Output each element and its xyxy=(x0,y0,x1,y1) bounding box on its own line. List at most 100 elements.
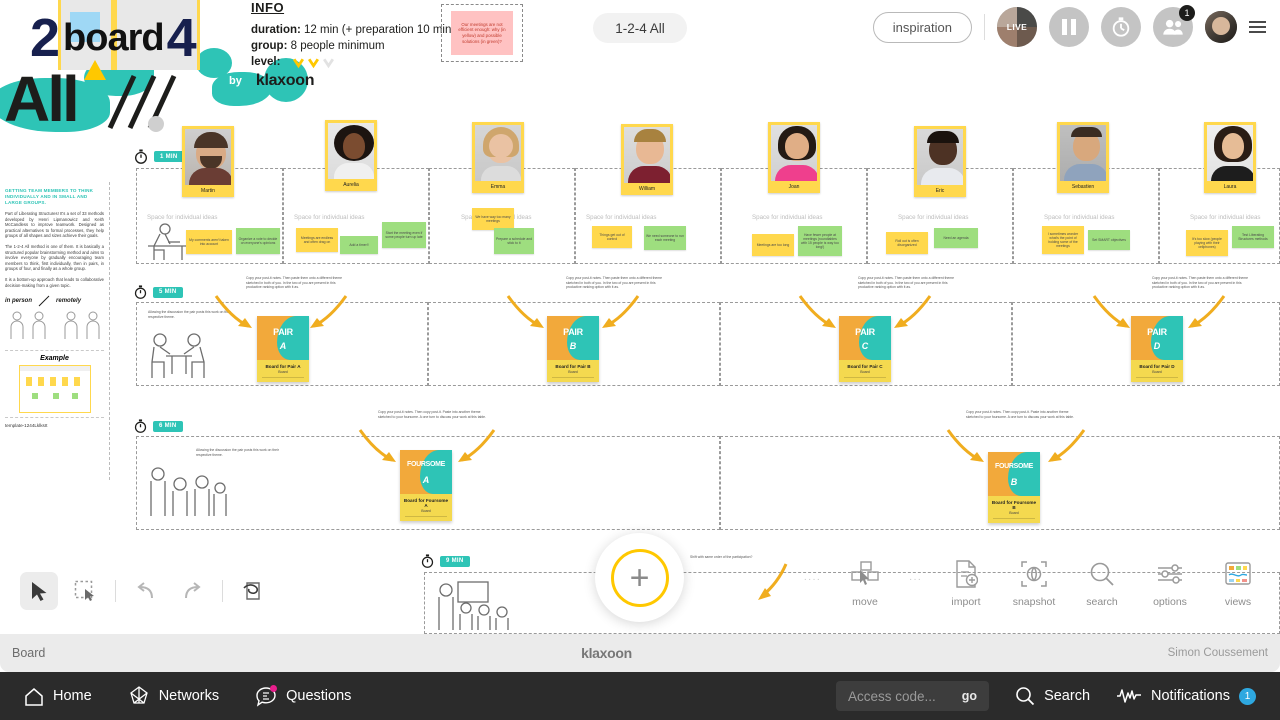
action-search[interactable]: search xyxy=(1078,556,1126,608)
board-title-chip[interactable]: 1-2-4 All xyxy=(593,13,687,43)
all-instruction-text: Shift with same order of the participati… xyxy=(690,555,753,559)
access-code-go-button[interactable]: go xyxy=(962,689,977,703)
wordmark-number-4: 4 xyxy=(166,8,197,68)
footer-board-label[interactable]: Board xyxy=(12,646,45,660)
timer-button[interactable] xyxy=(1101,7,1141,47)
sticky-note[interactable]: Meetings are too long xyxy=(752,234,794,256)
board-card-cover: FOURSOME A xyxy=(400,450,452,494)
sticky-note[interactable]: Things get out of control xyxy=(592,226,632,248)
sticky-note[interactable]: My comments aren't taken into account xyxy=(186,230,232,254)
sticky-note[interactable]: Organize a vote to decide on everyone's … xyxy=(236,228,280,254)
avatar xyxy=(624,127,670,183)
klaxoon-board-app: 2 board 4 All INFO duration: 12 min (+ p… xyxy=(0,0,1280,720)
access-code-input[interactable]: Access code... go xyxy=(835,681,990,711)
sticky-note[interactable]: Roll out is often disorganized xyxy=(886,232,928,254)
person-card-aurelia[interactable]: Aurelia xyxy=(325,120,377,191)
person-card-martin[interactable]: Martin xyxy=(182,126,234,197)
board-canvas[interactable]: 2 board 4 All INFO duration: 12 min (+ p… xyxy=(0,0,1280,634)
menu-button[interactable] xyxy=(1249,21,1266,33)
person-name: Joan xyxy=(788,184,800,190)
timer-badge-foursome[interactable]: 6 MIN xyxy=(133,418,183,434)
action-import[interactable]: import xyxy=(942,556,990,608)
sticky-note[interactable]: It's too slow (people playing with their… xyxy=(1186,230,1228,256)
marquee-select-icon xyxy=(74,580,94,601)
access-code-placeholder: Access code... xyxy=(847,688,936,704)
person-card-eric[interactable]: Eric xyxy=(914,126,966,197)
board-card-pair-d[interactable]: PAIR D Board for Pair D Board xyxy=(1131,316,1183,382)
info-duration-label: duration: xyxy=(251,24,301,36)
action-options[interactable]: options xyxy=(1146,556,1194,608)
inspiration-button[interactable]: inspiration xyxy=(872,11,972,43)
undo-button[interactable] xyxy=(127,572,165,610)
redo-button[interactable] xyxy=(173,572,211,610)
pause-icon xyxy=(1062,19,1076,35)
action-views[interactable]: views xyxy=(1214,556,1262,608)
sticky-note[interactable]: Add a timer!! xyxy=(340,236,378,254)
document-preview-panel[interactable]: GETTING TEAM MEMBERS TO THINK INDIVIDUAL… xyxy=(0,182,110,480)
marquee-select-button[interactable] xyxy=(66,572,104,610)
avatar xyxy=(771,125,817,181)
sticky-note[interactable]: Set SMART objectives xyxy=(1088,230,1130,250)
board-card-shape xyxy=(276,316,309,360)
person-card-joan[interactable]: Joan xyxy=(768,122,820,193)
nav-item-home[interactable]: Home xyxy=(24,687,92,706)
participants-button[interactable]: 1 xyxy=(1153,5,1195,47)
board-card-word: FOURSOME xyxy=(406,461,446,468)
sticky-note[interactable]: Prepare a schedule and stick to it xyxy=(494,228,534,254)
timer-badge-all[interactable]: 9 MIN xyxy=(420,553,470,569)
pause-button[interactable] xyxy=(1049,7,1089,47)
live-participants-avatar[interactable]: LIVE xyxy=(997,7,1037,47)
sticky-note[interactable]: Test Liberating Structures methods xyxy=(1232,226,1274,248)
sticky-note[interactable]: Start the meeting even if some people tu… xyxy=(382,222,426,248)
arrow-down-right-icon xyxy=(1092,295,1130,328)
timer-badge-pairs[interactable]: 5 MIN xyxy=(133,284,183,300)
action-move[interactable]: move xyxy=(841,556,889,608)
menu-line xyxy=(1249,31,1266,33)
nav-item-questions[interactable]: Questions xyxy=(255,684,351,707)
byline-pill: by xyxy=(222,73,249,89)
person-card-laura[interactable]: Laura xyxy=(1204,122,1256,193)
action-label: snapshot xyxy=(1012,596,1056,608)
timer-badge-individual[interactable]: 1 MIN xyxy=(133,148,184,165)
sticky-note[interactable]: Meetings are endless and often drag on xyxy=(296,228,338,252)
ink-tool-button[interactable] xyxy=(234,572,272,610)
sticky-note[interactable]: We need someone to run each meeting xyxy=(644,226,686,250)
person-card-sebastien[interactable]: Sebastien xyxy=(1057,122,1109,193)
sticky-note[interactable]: We have way too many meetings xyxy=(472,208,514,230)
nav-item-notifications[interactable]: Notifications 1 xyxy=(1116,687,1256,705)
snapshot-icon xyxy=(1010,556,1058,592)
person-card-emma[interactable]: Emma xyxy=(472,122,524,193)
pair-instruction-text: Copy your post-it notes. Then paste them… xyxy=(246,276,342,290)
board-card-pair-c[interactable]: PAIR C Board for Pair C Board xyxy=(839,316,891,382)
undo-icon xyxy=(137,582,153,599)
sticky-note[interactable]: I sometimes wonder what's the point of h… xyxy=(1042,226,1084,254)
board-card-subtitle: Board xyxy=(568,370,578,374)
sticky-note[interactable]: Need an agenda xyxy=(934,228,978,248)
add-content-button[interactable]: + xyxy=(595,533,684,622)
board-card-pair-a[interactable]: PAIR A Board for Pair A Board xyxy=(257,316,309,382)
sticky-note[interactable]: Have fewer people at meetings (roundtabl… xyxy=(798,226,842,256)
board-card-foursome-b[interactable]: FOURSOME B Board for Foursome B Board xyxy=(988,452,1040,523)
nav-item-networks[interactable]: Networks xyxy=(128,685,219,707)
board-card-foursome-a[interactable]: FOURSOME A Board for Foursome A Board xyxy=(400,450,452,521)
tool-divider xyxy=(222,580,223,602)
arrow-down-left-icon xyxy=(602,295,640,328)
home-icon xyxy=(25,687,43,706)
nav-item-search[interactable]: Search xyxy=(1015,686,1090,706)
board-card-subtitle: Board xyxy=(860,370,870,374)
dots-separator: ···· xyxy=(803,574,821,585)
action-snapshot[interactable]: snapshot xyxy=(1010,556,1058,608)
person-card-william[interactable]: William xyxy=(621,124,673,195)
arrow-down-left-icon xyxy=(458,429,496,462)
notifications-waveform-icon xyxy=(1117,689,1142,703)
foursome-side-instruction: Allowing the discussion the pair posts t… xyxy=(196,448,279,457)
stopwatch-icon xyxy=(134,285,147,299)
board-card-pair-b[interactable]: PAIR B Board for Pair B Board xyxy=(547,316,599,382)
board-card-cover: PAIR D xyxy=(1131,316,1183,360)
board-card-title: Board for Foursome A xyxy=(403,498,449,508)
timer-label: 9 MIN xyxy=(440,555,470,567)
avatar xyxy=(1207,125,1253,181)
cursor-tool-button[interactable] xyxy=(20,572,58,610)
doc-heading: GETTING TEAM MEMBERS TO THINK INDIVIDUAL… xyxy=(5,188,94,205)
user-avatar[interactable] xyxy=(1205,11,1237,43)
